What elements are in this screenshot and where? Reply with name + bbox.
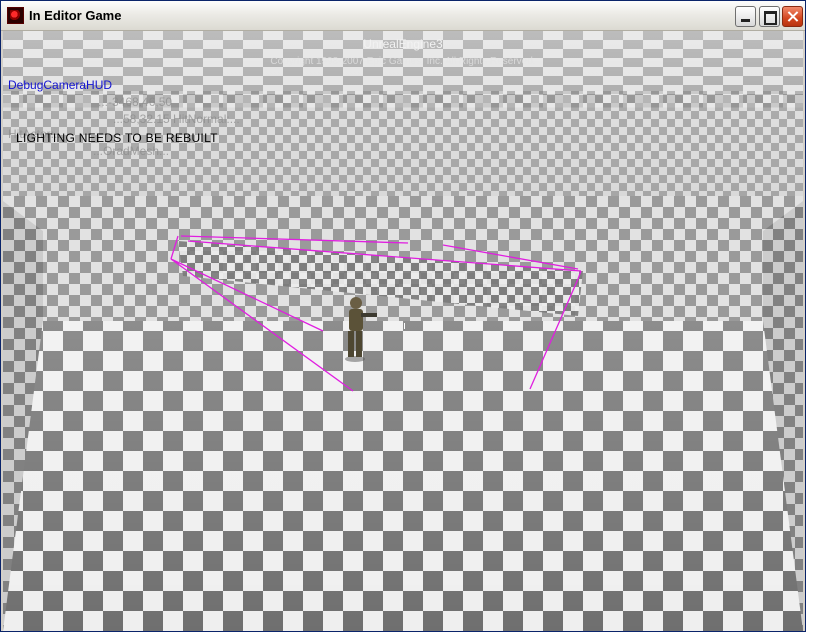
game-viewport[interactable]: UnrealEngine3 Copyright 1998-2007 Epic G… (3, 31, 803, 631)
engine-name: UnrealEngine3 (363, 37, 443, 51)
close-button[interactable] (782, 6, 803, 27)
game-window: In Editor Game UnrealEngine3 Copyright 1… (0, 0, 806, 632)
maximize-button[interactable] (759, 6, 780, 27)
minimize-button[interactable] (735, 6, 756, 27)
floor (3, 321, 803, 631)
window-title: In Editor Game (29, 8, 122, 23)
hud-ghost-line-1: ...-3468.46,50 (98, 95, 173, 109)
hud-ghost-line-4: ...OradMesh... (93, 144, 170, 158)
minimize-icon (736, 7, 755, 26)
title-bar[interactable]: In Editor Game (1, 1, 805, 31)
lighting-warning: LIGHTING NEEDS TO BE REBUILT (16, 131, 218, 145)
close-icon (783, 7, 802, 26)
crosshair (404, 323, 405, 329)
unreal-app-icon[interactable] (7, 7, 24, 24)
maximize-icon (760, 7, 779, 26)
copyright-text: Copyright 1998-2007 Epic Games, Inc. All… (270, 56, 536, 67)
debug-camera-hud-label: DebugCameraHUD (8, 78, 113, 92)
hud-ghost-line-2: ...58,32.15 HitNormal:... (113, 112, 240, 126)
